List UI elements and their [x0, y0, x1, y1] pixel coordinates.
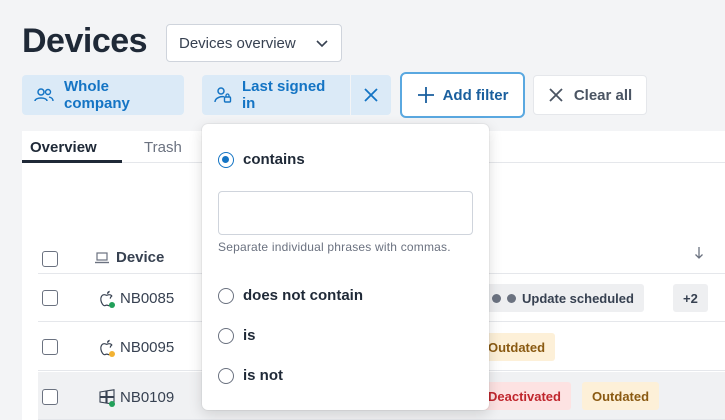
- users-icon: [34, 87, 54, 103]
- filter-chip-last-signed-in[interactable]: Last signed in: [202, 75, 350, 115]
- option-does-not-contain-label: does not contain: [243, 287, 363, 304]
- tab-trash[interactable]: Trash: [144, 139, 182, 156]
- radio-does-not-contain[interactable]: [218, 287, 234, 304]
- plus-icon: [417, 86, 435, 104]
- clear-all-button[interactable]: Clear all: [533, 75, 647, 115]
- option-contains[interactable]: contains: [218, 151, 305, 168]
- status-badge: Outdated: [478, 333, 556, 361]
- column-header-device-label: Device: [116, 249, 165, 266]
- status-dot: [109, 401, 115, 407]
- option-is[interactable]: is: [218, 327, 256, 344]
- select-all-checkbox[interactable]: [42, 251, 58, 267]
- status-dot: [109, 302, 115, 308]
- status-dot: [492, 293, 501, 303]
- filter-chip-company-label: Whole company: [64, 78, 130, 112]
- phrase-input[interactable]: [218, 191, 473, 235]
- row-checkbox[interactable]: [42, 389, 58, 405]
- status-dot: [109, 351, 115, 357]
- more-badges-count[interactable]: +2: [673, 284, 708, 312]
- phrase-hint: Separate individual phrases with commas.: [218, 240, 451, 254]
- tab-overview[interactable]: Overview: [30, 139, 97, 156]
- view-select[interactable]: Devices overview: [166, 24, 342, 62]
- status-badge: Deactivated: [478, 382, 571, 410]
- row-checkbox[interactable]: [42, 339, 58, 355]
- column-header-device[interactable]: Device: [95, 249, 164, 266]
- tab-active-indicator: [22, 160, 122, 163]
- close-icon: [363, 87, 379, 103]
- add-filter-label: Add filter: [442, 86, 509, 104]
- radio-is[interactable]: [218, 327, 234, 344]
- clear-all-label: Clear all: [573, 86, 633, 104]
- add-filter-button[interactable]: Add filter: [400, 72, 525, 118]
- device-name[interactable]: NB0095: [120, 339, 174, 356]
- option-does-not-contain[interactable]: does not contain: [218, 287, 363, 304]
- user-lock-icon: [214, 86, 232, 104]
- filter-chip-company[interactable]: Whole company: [22, 75, 184, 115]
- chevron-down-icon: [315, 36, 329, 50]
- filter-chip-last-signed-in-label: Last signed in: [242, 78, 326, 112]
- status-badge-label: Update scheduled: [522, 290, 634, 306]
- arrow-down-icon[interactable]: [694, 246, 704, 260]
- option-is-not[interactable]: is not: [218, 367, 283, 384]
- status-dot: [507, 293, 516, 303]
- view-select-value: Devices overview: [179, 34, 296, 52]
- status-badge: Outdated: [582, 382, 660, 410]
- row-checkbox[interactable]: [42, 290, 58, 306]
- radio-contains[interactable]: [218, 151, 234, 168]
- device-name[interactable]: NB0109: [120, 389, 174, 406]
- page-title: Devices: [22, 22, 148, 60]
- close-icon: [548, 87, 564, 103]
- option-contains-label: contains: [243, 151, 305, 168]
- option-is-not-label: is not: [243, 367, 283, 384]
- option-is-label: is: [243, 327, 256, 344]
- remove-filter-button[interactable]: [351, 75, 391, 115]
- radio-is-not[interactable]: [218, 367, 234, 384]
- status-badge: Update scheduled: [482, 284, 644, 312]
- laptop-icon: [95, 251, 109, 264]
- device-name[interactable]: NB0085: [120, 290, 174, 307]
